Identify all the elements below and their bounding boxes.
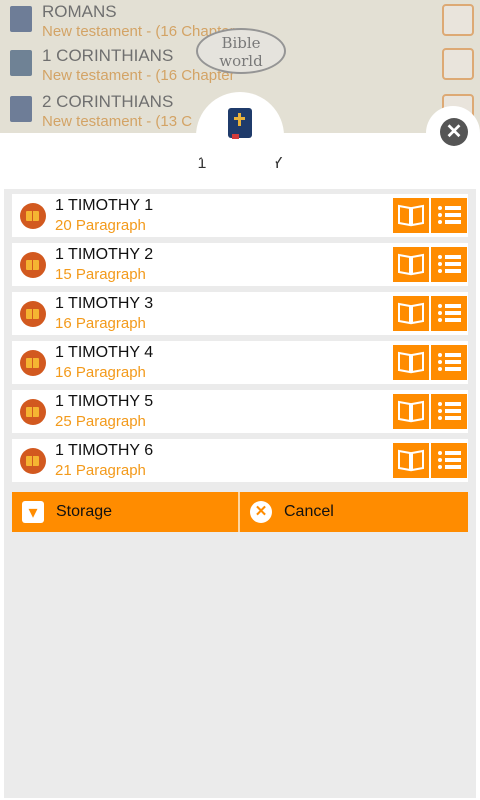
open-book-icon <box>20 203 46 229</box>
read-book-icon <box>398 351 424 374</box>
close-icon[interactable]: ✕ <box>440 118 468 146</box>
chapter-title: 1 TIMOTHY 2 <box>55 246 154 263</box>
list-icon <box>438 353 461 371</box>
open-book-icon <box>20 252 46 278</box>
cancel-icon: ✕ <box>250 501 272 523</box>
chapter-row[interactable]: 1 TIMOTHY 5 25 Paragraph <box>12 390 468 433</box>
chapter-paragraph-count: 15 Paragraph <box>55 266 146 283</box>
background-book-subtitle: New testament - (13 C <box>42 113 193 130</box>
book-icon <box>10 96 32 122</box>
read-book-icon <box>398 400 424 423</box>
chapter-paragraph-count: 25 Paragraph <box>55 413 146 430</box>
list-icon <box>438 206 461 224</box>
chapter-row[interactable]: 1 TIMOTHY 6 21 Paragraph <box>12 439 468 482</box>
chapter-list: 1 TIMOTHY 1 20 Paragraph 1 TIMOTHY 2 15 … <box>4 189 476 798</box>
chapter-title: 1 TIMOTHY 4 <box>55 344 154 361</box>
chapter-list-button[interactable] <box>431 394 467 429</box>
chapter-title: 1 TIMOTHY 6 <box>55 442 154 459</box>
read-book-icon <box>398 449 424 472</box>
background-book-title: 2 CORINTHIANS <box>42 92 174 111</box>
read-chapter-button[interactable] <box>393 394 429 429</box>
chapter-title: 1 TIMOTHY 5 <box>55 393 154 410</box>
list-icon <box>438 255 461 273</box>
storage-icon <box>22 501 44 523</box>
storage-label: Storage <box>56 503 113 520</box>
read-chapter-button[interactable] <box>393 443 429 478</box>
list-icon <box>438 304 461 322</box>
app-logo: Bible world <box>196 28 286 74</box>
background-book-title: 1 CORINTHIANS <box>42 46 174 65</box>
open-book-icon <box>20 301 46 327</box>
open-book-icon <box>20 448 46 474</box>
chapter-list-button[interactable] <box>431 296 467 331</box>
open-book-icon <box>20 350 46 376</box>
chapter-list-button[interactable] <box>431 345 467 380</box>
read-chapter-button[interactable] <box>393 345 429 380</box>
flag-icon <box>442 48 474 80</box>
chapter-row[interactable]: 1 TIMOTHY 2 15 Paragraph <box>12 243 468 286</box>
chapter-paragraph-count: 16 Paragraph <box>55 315 146 332</box>
read-book-icon <box>398 253 424 276</box>
read-book-icon <box>398 302 424 325</box>
cancel-label: Cancel <box>284 503 334 520</box>
chapter-dialog: 1 TIMOTHY 1 TIMOTHY 1 20 Paragraph 1 TIM… <box>0 133 480 800</box>
read-chapter-button[interactable] <box>393 198 429 233</box>
read-book-icon <box>398 204 424 227</box>
background-book-title: ROMANS <box>42 2 117 21</box>
download-icon <box>442 4 474 36</box>
chapter-row[interactable]: 1 TIMOTHY 1 20 Paragraph <box>12 194 468 237</box>
chapter-list-button[interactable] <box>431 247 467 282</box>
read-chapter-button[interactable] <box>393 247 429 282</box>
read-chapter-button[interactable] <box>393 296 429 331</box>
chapter-row[interactable]: 1 TIMOTHY 4 16 Paragraph <box>12 341 468 384</box>
search-icon <box>10 50 32 76</box>
chapter-paragraph-count: 21 Paragraph <box>55 462 146 479</box>
cancel-button[interactable]: ✕ Cancel <box>240 492 468 532</box>
chapter-paragraph-count: 20 Paragraph <box>55 217 146 234</box>
chapter-row[interactable]: 1 TIMOTHY 3 16 Paragraph <box>12 292 468 335</box>
book-icon <box>10 6 32 32</box>
bookmark-ribbon <box>232 134 239 139</box>
storage-button[interactable]: Storage <box>12 492 238 532</box>
chapter-list-button[interactable] <box>431 198 467 233</box>
chapter-title: 1 TIMOTHY 3 <box>55 295 154 312</box>
chapter-list-button[interactable] <box>431 443 467 478</box>
list-icon <box>438 451 461 469</box>
open-book-icon <box>20 399 46 425</box>
logo-line: world <box>219 52 263 70</box>
chapter-paragraph-count: 16 Paragraph <box>55 364 146 381</box>
dialog-actions: Storage ✕ Cancel <box>12 492 468 532</box>
logo-line: Bible <box>221 34 261 52</box>
chapter-title: 1 TIMOTHY 1 <box>55 197 154 214</box>
list-icon <box>438 402 461 420</box>
